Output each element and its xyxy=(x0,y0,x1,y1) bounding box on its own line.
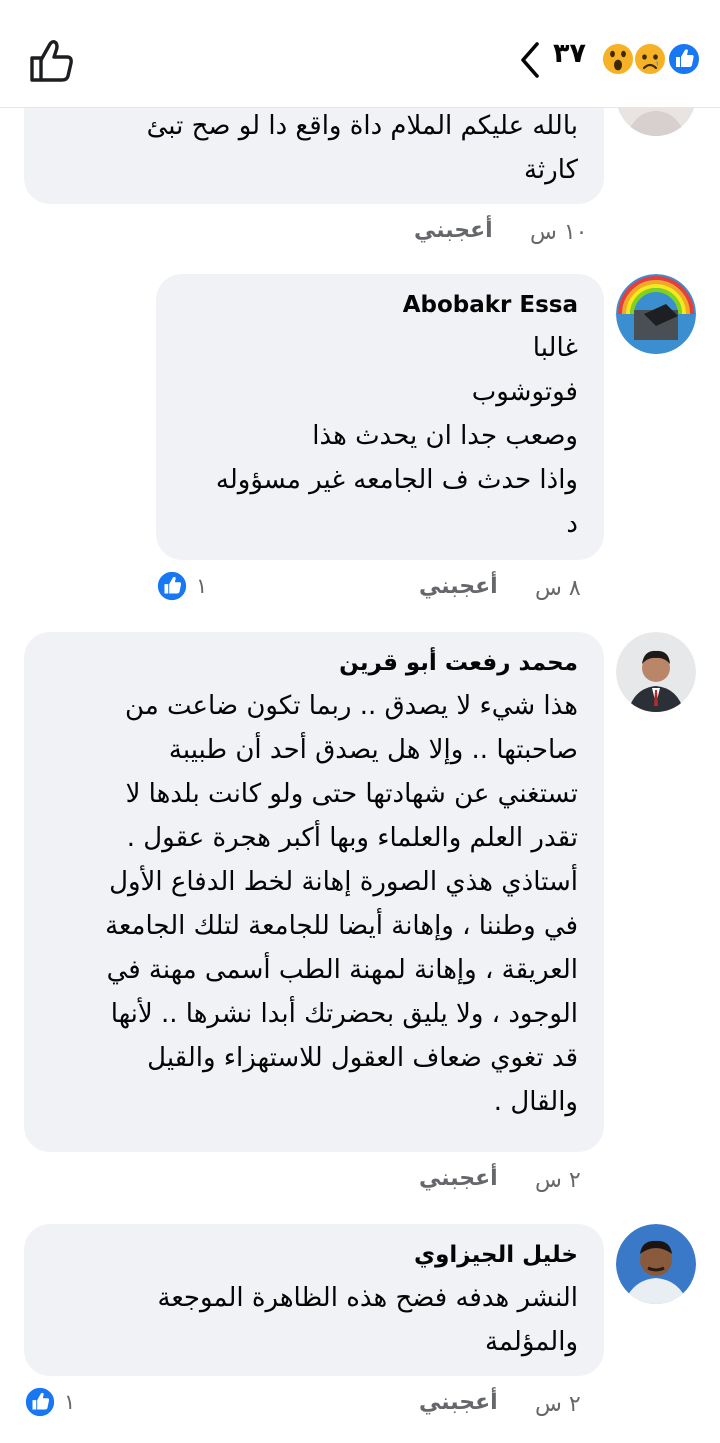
comment-time[interactable]: ٨ س xyxy=(535,576,581,601)
comment-time[interactable]: ٢ س xyxy=(535,1392,581,1417)
reaction-count[interactable]: ١ xyxy=(64,1390,75,1414)
like-button[interactable]: أعجبني xyxy=(419,1390,498,1415)
like-icon[interactable] xyxy=(156,570,188,602)
comment-text: بالله عليكم الملام داة واقع دا لو صح تبئ… xyxy=(146,111,578,185)
reaction-count[interactable]: ٣٧ xyxy=(553,38,586,69)
comment-text: النشر هدفه فضح هذه الظاهرة الموجعة والمؤ… xyxy=(157,1283,578,1357)
comment-time[interactable]: ١٠ س xyxy=(530,220,588,245)
wow-icon[interactable] xyxy=(601,42,635,76)
like-button[interactable]: أعجبني xyxy=(414,218,493,243)
thumbs-up-icon[interactable] xyxy=(26,38,76,84)
comments-sheet: ٣٧ بالله عليكم الملام داة واقع دا لو صح … xyxy=(0,0,720,1443)
comment-bubble: محمد رفعت أبو قرين هذا شيء لا يصدق .. رب… xyxy=(24,632,604,1152)
back-chevron-icon[interactable] xyxy=(515,40,545,80)
commenter-name[interactable]: محمد رفعت أبو قرين xyxy=(48,646,578,680)
comment-text: غالبا فوتوشوب وصعب جدا ان يحدث هذا واذا … xyxy=(215,333,578,539)
comment-text: هذا شيء لا يصدق .. ربما تكون ضاعت من صاح… xyxy=(105,691,578,1117)
sad-icon[interactable] xyxy=(633,42,667,76)
like-button[interactable]: أعجبني xyxy=(419,574,498,599)
like-icon[interactable] xyxy=(667,42,701,76)
avatar[interactable] xyxy=(616,1224,696,1304)
comment-bubble: خليل الجيزاوي النشر هدفه فضح هذه الظاهرة… xyxy=(24,1224,604,1376)
avatar[interactable] xyxy=(616,632,696,712)
comment-bubble: Abobakr Essa غالبا فوتوشوب وصعب جدا ان ي… xyxy=(156,274,604,560)
comment-time[interactable]: ٢ س xyxy=(535,1168,581,1193)
like-button[interactable]: أعجبني xyxy=(419,1166,498,1191)
commenter-name[interactable]: Abobakr Essa xyxy=(180,288,578,322)
like-icon[interactable] xyxy=(24,1386,56,1418)
reactions-header: ٣٧ xyxy=(0,0,720,108)
avatar[interactable] xyxy=(616,274,696,354)
commenter-name[interactable]: خليل الجيزاوي xyxy=(48,1238,578,1272)
reaction-count[interactable]: ١ xyxy=(196,574,207,598)
